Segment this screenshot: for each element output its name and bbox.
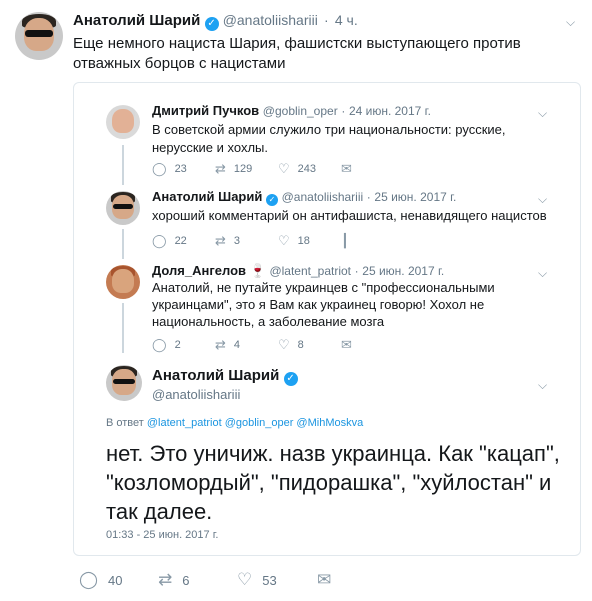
reply-date[interactable]: 24 июн. 2017 г.	[349, 104, 431, 118]
reply-author-name[interactable]: Анатолий Шарий	[152, 189, 262, 204]
reply-author-handle[interactable]: @latent_patriot	[269, 264, 351, 278]
reply-icon: ◯	[152, 233, 167, 248]
reply-to-prefix: В ответ	[106, 417, 144, 429]
thread-line	[122, 303, 124, 353]
dm-button[interactable]: ✉	[341, 337, 360, 353]
retweet-icon: ⇄	[215, 337, 226, 352]
reply-header: Доля_Ангелов 🍷 @latent_patriot · 25 июн.…	[152, 263, 444, 279]
main-timestamp[interactable]: 01:33 - 25 июн. 2017 г.	[106, 529, 218, 541]
retweet-count: 4	[233, 339, 241, 351]
reply-header: Анатолий Шарий ✓ @anatoliishariii · 25 и…	[152, 189, 456, 206]
reply-button[interactable]: ◯ 40	[79, 570, 158, 590]
reply-author-handle[interactable]: @anatoliishariii	[282, 190, 364, 204]
reply-count: 22	[174, 235, 187, 247]
reply-author-handle[interactable]: @goblin_oper	[263, 104, 338, 118]
separator: ·	[366, 190, 371, 204]
like-count: 53	[262, 572, 277, 588]
author-name[interactable]: Анатолий Шарий	[73, 12, 200, 29]
thread-line	[122, 229, 124, 259]
tweet-header: Анатолий Шарий ✓ @anatoliishariii · 4 ч.	[73, 12, 358, 31]
verified-icon: ✓	[265, 194, 278, 206]
retweet-icon: ⇄	[158, 570, 173, 589]
reply-count: 40	[108, 572, 123, 588]
chevron-down-icon[interactable]: ⌵	[538, 193, 550, 205]
reply-author-name[interactable]: Доля_Ангелов 🍷	[152, 263, 266, 278]
thread-line	[122, 145, 124, 185]
separator: ·	[354, 264, 359, 278]
verified-icon: ✓	[283, 372, 298, 386]
dm-button[interactable]: ✉	[341, 161, 360, 177]
separator: ·	[341, 104, 346, 118]
tweet: Анатолий Шарий ✓ @anatoliishariii · 4 ч.…	[0, 0, 592, 601]
quoted-tweet-card[interactable]: Дмитрий Пучков @goblin_oper · 24 июн. 20…	[73, 82, 581, 556]
like-count: 8	[297, 339, 304, 351]
reply-button[interactable]: ◯ 22	[152, 233, 215, 249]
retweet-button[interactable]: ⇄ 3	[215, 233, 278, 249]
mail-icon: ✉	[317, 570, 332, 589]
main-author-name-text[interactable]: Анатолий Шарий	[152, 367, 279, 384]
heart-icon: ♡	[237, 570, 253, 589]
like-button[interactable]: ♡ 243	[278, 161, 341, 177]
mail-icon: ✉	[341, 161, 352, 176]
retweet-button[interactable]: ⇄ 4	[215, 337, 278, 353]
reply-date[interactable]: 25 июн. 2017 г.	[374, 190, 456, 204]
heart-icon: ♡	[278, 337, 290, 352]
reply-icon: ◯	[79, 570, 99, 589]
stats-button[interactable]: ┃	[341, 233, 357, 249]
reply-actions: ◯ 2 ⇄ 4 ♡ 8 ✉	[152, 337, 360, 353]
reply-author-name[interactable]: Дмитрий Пучков	[152, 103, 259, 118]
main-avatar[interactable]	[106, 365, 142, 401]
reply-to-handles[interactable]: @latent_patriot @goblin_oper @MihMoskva	[147, 417, 363, 429]
author-handle[interactable]: @anatoliishariii	[223, 12, 318, 28]
author-avatar[interactable]	[15, 12, 63, 60]
verified-icon: ✓	[204, 17, 219, 31]
reply-avatar[interactable]	[106, 191, 140, 225]
tweet-actions: ◯ 40 ⇄ 6 ♡ 53 ✉	[79, 570, 341, 590]
like-button[interactable]: ♡ 18	[278, 233, 341, 249]
reply-text: В советской армии служило три национальн…	[152, 122, 506, 155]
retweet-button[interactable]: ⇄ 129	[215, 161, 278, 177]
reply-icon: ◯	[152, 161, 167, 176]
dm-button[interactable]: ✉	[317, 570, 341, 590]
retweet-button[interactable]: ⇄ 6	[158, 570, 237, 590]
reply-to-line: В ответ @latent_patriot @goblin_oper @Mi…	[106, 417, 363, 429]
tweet-text: Еще немного нациста Шария, фашистски выс…	[73, 35, 521, 72]
retweet-count: 129	[233, 163, 253, 175]
main-tweet-text: нет. Это уничиж. назв украинца. Как "кац…	[106, 441, 560, 524]
retweet-icon: ⇄	[215, 161, 226, 176]
reply-button[interactable]: ◯ 23	[152, 161, 215, 177]
heart-icon: ♡	[278, 161, 290, 176]
reply-button[interactable]: ◯ 2	[152, 337, 215, 353]
chevron-down-icon[interactable]: ⌵	[538, 379, 550, 391]
reply-actions: ◯ 23 ⇄ 129 ♡ 243 ✉	[152, 161, 360, 177]
reply-text: хороший комментарий он антифашиста, нена…	[152, 208, 547, 223]
retweet-count: 3	[233, 235, 241, 247]
retweet-icon: ⇄	[215, 233, 226, 248]
reply-avatar[interactable]	[106, 105, 140, 139]
heart-icon: ♡	[278, 233, 290, 248]
reply-icon: ◯	[152, 337, 167, 352]
main-author-handle[interactable]: @anatoliishariii	[152, 387, 240, 402]
reply-actions: ◯ 22 ⇄ 3 ♡ 18 ┃	[152, 233, 357, 249]
like-button[interactable]: ♡ 53	[237, 570, 317, 590]
tweet-time[interactable]: 4 ч.	[335, 12, 358, 28]
separator: ·	[324, 12, 329, 28]
main-author-name: Анатолий Шарий ✓	[152, 367, 298, 386]
like-button[interactable]: ♡ 8	[278, 337, 341, 353]
reply-date[interactable]: 25 июн. 2017 г.	[362, 264, 444, 278]
stats-icon: ┃	[341, 233, 349, 248]
reply-count: 2	[174, 339, 181, 351]
reply-text: Анатолий, не путайте украинцев с "профес…	[152, 280, 495, 329]
reply-avatar[interactable]	[106, 265, 140, 299]
retweet-count: 6	[182, 572, 190, 588]
mail-icon: ✉	[341, 337, 352, 352]
reply-header: Дмитрий Пучков @goblin_oper · 24 июн. 20…	[152, 103, 431, 118]
reply-count: 23	[174, 163, 187, 175]
chevron-down-icon[interactable]: ⌵	[538, 107, 550, 119]
chevron-down-icon[interactable]: ⌵	[566, 16, 578, 28]
like-count: 243	[297, 163, 317, 175]
like-count: 18	[297, 235, 310, 247]
chevron-down-icon[interactable]: ⌵	[538, 267, 550, 279]
